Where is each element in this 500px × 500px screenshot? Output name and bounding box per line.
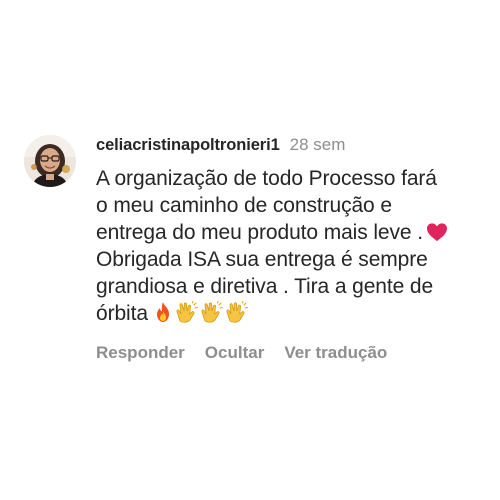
- comment-text-line: Obrigada ISA sua entrega é sempre: [96, 248, 428, 271]
- see-translation-button[interactable]: Ver tradução: [284, 343, 387, 362]
- avatar[interactable]: [24, 135, 76, 187]
- avatar-photo: [24, 135, 76, 187]
- comment-text-line: órbita: [96, 300, 486, 327]
- comment-text-line: A organização de todo Processo fará: [96, 167, 437, 190]
- comment-text-segment: órbita: [96, 302, 148, 325]
- username[interactable]: celiacristinapoltronieri1: [96, 136, 280, 154]
- red-heart-icon: [426, 222, 448, 242]
- comment-text-line: grandiosa e diretiva . Tira a gente de: [96, 275, 434, 298]
- comment-body: celiacristinapoltronieri1 28 sem A organi…: [96, 133, 486, 365]
- clapping-hands-icon: [224, 301, 248, 323]
- comment-text-segment: entrega do meu produto mais leve .: [96, 221, 423, 244]
- clapping-hands-icon: [174, 301, 198, 323]
- comment-text-line: entrega do meu produto mais leve .: [96, 219, 486, 246]
- reply-button[interactable]: Responder: [96, 343, 185, 362]
- comment-text: A organização de todo Processo fará o me…: [96, 165, 486, 327]
- timestamp[interactable]: 28 sem: [290, 135, 346, 154]
- comment-text-line: o meu caminho de construção e: [96, 194, 392, 217]
- comment-actions: Responder Ocultar Ver tradução: [96, 341, 486, 365]
- clapping-hands-icon: [199, 301, 223, 323]
- fire-icon: [153, 301, 173, 323]
- comment-header: celiacristinapoltronieri1 28 sem: [96, 133, 486, 157]
- hide-button[interactable]: Ocultar: [205, 343, 265, 362]
